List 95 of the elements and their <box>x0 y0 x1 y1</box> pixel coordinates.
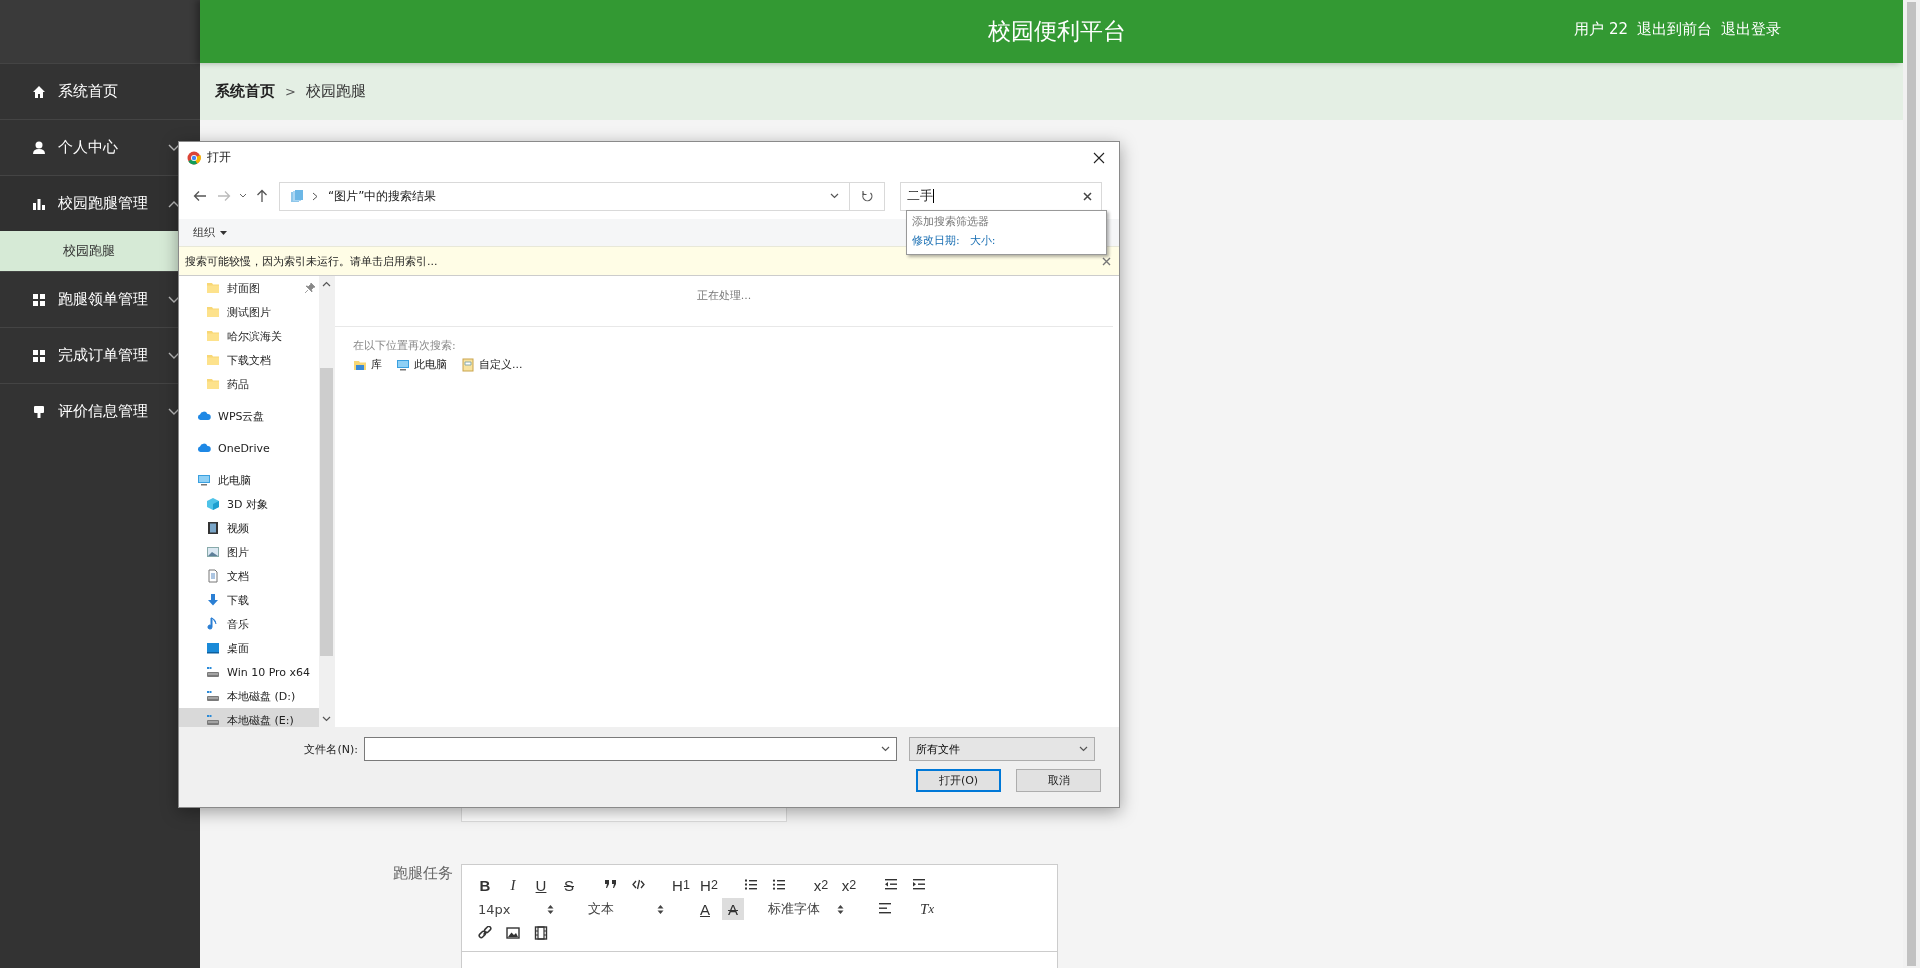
chevron-down-icon <box>1079 746 1088 752</box>
close-button[interactable] <box>1102 256 1111 266</box>
stamp-icon <box>32 404 46 419</box>
filter-link[interactable]: 大小: <box>969 233 996 248</box>
location-link[interactable]: 库 <box>353 357 382 372</box>
refresh-button[interactable] <box>850 181 885 211</box>
desktop-icon <box>206 641 220 655</box>
cube-icon <box>206 497 220 511</box>
address-text: “图片”中的搜索结果 <box>328 187 438 205</box>
sort-arrows-icon <box>657 903 664 915</box>
folder-icon <box>206 353 220 367</box>
scroll-down-icon <box>322 716 331 722</box>
user-name: 用户 22 <box>1574 20 1628 39</box>
clear-button[interactable] <box>1083 191 1092 201</box>
header-link[interactable]: 退出到前台 <box>1637 20 1712 39</box>
dialog-title: 打开 <box>207 149 232 166</box>
location-link[interactable]: 此电脑 <box>396 357 447 372</box>
user-icon <box>32 140 46 155</box>
refresh-icon <box>861 190 873 202</box>
chevron-down-icon <box>830 193 839 199</box>
submenu-item[interactable]: 校园跑腿 <box>0 231 178 271</box>
drive-icon <box>206 713 220 727</box>
film-icon <box>206 521 220 535</box>
tree-item[interactable]: 图片 <box>179 540 319 564</box>
browser-icon <box>187 150 201 165</box>
format-button[interactable]: A <box>694 898 716 920</box>
search-again-label: 在以下位置再次搜索: <box>353 338 457 354</box>
header-link[interactable]: 退出登录 <box>1721 20 1781 39</box>
dialog-button[interactable]: 取消 <box>1016 769 1101 792</box>
format-button[interactable]: I <box>502 874 524 896</box>
info-message: 搜索可能较慢，因为索引未运行。请单击启用索引... <box>185 253 439 269</box>
tree-item[interactable]: 本地磁盘 (E:) <box>179 708 319 727</box>
folder-icon <box>206 281 220 295</box>
grid-icon <box>32 348 46 363</box>
tree-item[interactable]: 3D 对象 <box>179 492 319 516</box>
drive-icon <box>206 665 220 679</box>
tree-item[interactable]: 此电脑 <box>179 468 319 492</box>
monitor-icon <box>197 473 211 487</box>
sort-arrows-icon <box>837 903 844 915</box>
document-icon <box>461 357 475 372</box>
tree-item[interactable]: 视频 <box>179 516 319 540</box>
breadcrumb-item[interactable]: 系统首页 <box>215 82 275 101</box>
scrollbar-thumb[interactable] <box>1907 2 1916 966</box>
music-note-icon <box>206 617 220 631</box>
tree-item[interactable]: 下载 <box>179 588 319 612</box>
filename-field[interactable] <box>364 737 897 761</box>
format-button[interactable]: A <box>722 898 744 920</box>
tree-item[interactable]: OneDrive <box>179 436 319 460</box>
tree-item[interactable]: 文档 <box>179 564 319 588</box>
bar-chart-icon <box>32 196 46 211</box>
format-button[interactable]: U <box>530 874 552 896</box>
dialog-button[interactable]: 打开(O) <box>916 769 1001 792</box>
location-link[interactable]: 自定义... <box>461 357 523 372</box>
info-bar[interactable]: 搜索可能较慢，因为索引未运行。请单击启用索引... <box>179 246 1119 276</box>
scrollbar-thumb[interactable] <box>320 367 333 656</box>
field-label: 文件名(N): <box>303 741 359 757</box>
format-button[interactable]: S <box>558 874 580 896</box>
text-cursor <box>933 189 934 203</box>
scrollbar[interactable] <box>319 276 334 727</box>
download-arrow-icon <box>206 593 220 607</box>
close-icon <box>1093 151 1105 164</box>
home-icon <box>32 84 46 99</box>
picture-icon <box>206 545 220 559</box>
drive-icon <box>206 689 220 703</box>
document-icon <box>206 569 220 583</box>
breadcrumb-item: 校园跑腿 <box>305 82 366 101</box>
dropdown-select[interactable]: 标准字体 <box>764 898 848 920</box>
caret-icon <box>220 230 227 235</box>
dropdown-select[interactable]: 14px <box>474 898 558 920</box>
grid-icon <box>32 292 46 307</box>
monitor-icon <box>396 357 410 372</box>
tree-item[interactable]: 本地磁盘 (D:) <box>179 684 319 708</box>
site-title: 校园便利平台 <box>987 17 1126 46</box>
scroll-up-icon <box>322 281 331 287</box>
chevron-down-icon <box>881 746 890 752</box>
folder-icon <box>206 377 220 391</box>
folder-icon <box>206 305 220 319</box>
cloud-icon <box>197 441 211 455</box>
address-bar[interactable]: “图片”中的搜索结果 <box>279 181 850 211</box>
folder-icon <box>206 329 220 343</box>
cloud-icon <box>197 409 211 423</box>
chevron-right-icon <box>312 191 318 201</box>
tree-item[interactable]: 音乐 <box>179 612 319 636</box>
filter-link[interactable]: 修改日期: <box>912 233 960 248</box>
sort-arrows-icon <box>547 903 554 915</box>
dropdown-select[interactable]: 文本 <box>584 898 668 920</box>
breadcrumb-separator: > <box>285 84 296 99</box>
format-button[interactable]: B <box>474 874 496 896</box>
tree-item[interactable]: Win 10 Pro x64 <box>179 660 319 684</box>
status-text: 正在处理... <box>335 276 1113 327</box>
file-type-select[interactable]: 所有文件 <box>909 737 1095 761</box>
suggestion-heading: 添加搜索筛选器 <box>912 214 990 230</box>
library-icon <box>290 189 304 203</box>
tree-item[interactable]: 桌面 <box>179 636 319 660</box>
field-label: 跑腿任务 <box>392 864 454 884</box>
